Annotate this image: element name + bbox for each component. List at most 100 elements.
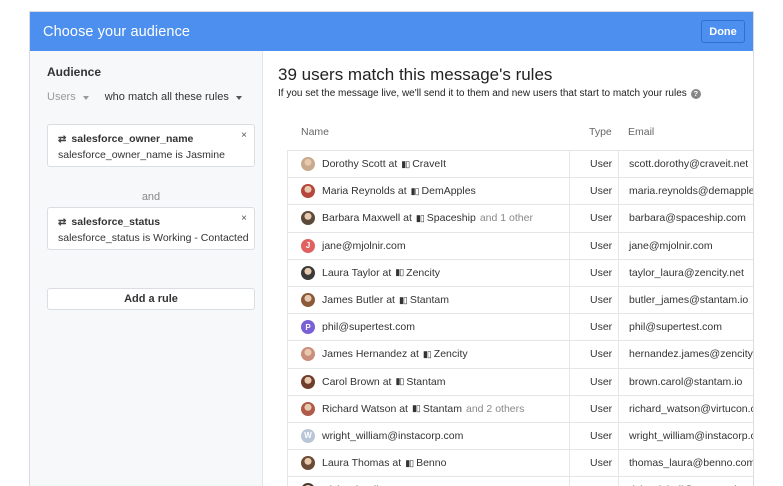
building-icon: ▮▯: [398, 294, 408, 305]
swap-arrows-icon: ⇄: [58, 133, 67, 145]
rule-title-row: ⇄ salesforce_status: [58, 216, 160, 228]
users-dropdown[interactable]: Users: [47, 91, 89, 103]
match-mode-label: who match all these rules: [104, 91, 229, 103]
rule-card[interactable]: ⇄ salesforce_status salesforce_status is …: [47, 207, 255, 250]
modal-title: Choose your audience: [43, 23, 191, 40]
audience-modal: Choose your audience Done Audience Users…: [29, 11, 754, 486]
user-name: Dorothy Scott at: [322, 158, 398, 171]
cell-type: User: [569, 178, 612, 205]
row-border: [287, 368, 288, 395]
row-border: [287, 178, 288, 205]
users-table: Name Type Email Dorothy Scott at ▮▯ CraveI…: [287, 112, 753, 486]
table-row[interactable]: Laura Taylor at ▮▯ Zencity User taylor_laura…: [287, 258, 753, 286]
cell-type: User: [569, 450, 612, 477]
match-mode-dropdown[interactable]: who match all these rules: [105, 91, 242, 103]
users-dropdown-label: Users: [47, 91, 76, 103]
column-header-type[interactable]: Type: [589, 126, 612, 138]
user-name: Barbara Maxwell at: [322, 212, 412, 225]
avatar: W: [301, 428, 315, 443]
company-name: Benno: [416, 457, 447, 470]
audience-filter: Users who match all these rules: [47, 91, 242, 103]
row-border: [287, 314, 288, 341]
close-icon[interactable]: ×: [241, 130, 247, 141]
table-row[interactable]: Richard Bell at▮▯Stantam User richard_bell…: [287, 476, 753, 486]
table-row[interactable]: Pphil@supertest.com User phil@supertest.co…: [287, 313, 753, 341]
cell-name: Richard Watson at ▮▯ Stantam and 2 others: [301, 396, 524, 422]
avatar: [301, 293, 315, 308]
company-name: Stantam: [422, 402, 462, 415]
column-header-email[interactable]: Email: [628, 126, 654, 138]
user-name: jane@mjolnir.com: [322, 239, 406, 252]
rule-card[interactable]: ⇄ salesforce_owner_name salesforce_owner_…: [47, 124, 255, 167]
rule-title: salesforce_owner_name: [71, 133, 194, 145]
done-button[interactable]: Done: [701, 20, 745, 43]
cell-name: Laura Thomas at ▮▯ Benno: [301, 450, 446, 476]
row-border: [287, 341, 288, 368]
chevron-down-icon: [235, 96, 242, 100]
table-row[interactable]: Carol Brown at ▮▯ Stantam User brown.carol@s…: [287, 367, 753, 395]
cell-email: wright_william@instacorp.com: [618, 422, 753, 450]
cell-type: User: [569, 151, 612, 178]
row-border: [287, 422, 288, 450]
company-name: DemApples: [421, 185, 476, 198]
user-name: Laura Thomas at: [322, 457, 402, 470]
row-border: [287, 450, 288, 477]
building-icon: ▮▯: [422, 348, 432, 359]
table-row[interactable]: Richard Watson at ▮▯ Stantam and 2 others Us…: [287, 394, 753, 422]
close-icon[interactable]: ×: [241, 213, 247, 224]
row-border: [287, 286, 288, 314]
table-row[interactable]: Jjane@mjolnir.com User jane@mjolnir.com: [287, 231, 753, 259]
page-title: 39 users match this message's rules: [278, 65, 553, 84]
avatar: [301, 401, 315, 416]
add-rule-button[interactable]: Add a rule: [47, 288, 255, 310]
cell-type: User: [569, 368, 612, 395]
avatar: J: [301, 238, 315, 253]
subtitle-text: If you set the message live, we'll send …: [278, 88, 687, 99]
cell-type: User: [569, 232, 612, 259]
user-name: Carol Brown at: [322, 375, 392, 388]
user-name: Maria Reynolds at: [322, 185, 407, 198]
cell-email: richard_bell@stantam.io: [618, 477, 742, 486]
table-row[interactable]: James Hernandez at ▮▯ Zencity User hernandez…: [287, 340, 753, 368]
row-border: [287, 232, 288, 259]
building-icon: ▮▯: [415, 212, 425, 223]
cell-type: User: [569, 286, 612, 314]
main-panel: 39 users match this message's rules If y…: [264, 51, 753, 486]
cell-email: hernandez.james@zencity.net: [618, 341, 753, 368]
user-name: James Hernandez at: [322, 348, 419, 361]
table-row[interactable]: Laura Thomas at ▮▯ Benno User thomas_laura@b…: [287, 449, 753, 477]
cell-name: Laura Taylor at ▮▯ Zencity: [301, 260, 440, 286]
cell-name: James Hernandez at ▮▯ Zencity: [301, 341, 468, 367]
chevron-down-icon: [82, 96, 89, 100]
row-border: [287, 477, 288, 486]
avatar: [301, 456, 315, 471]
cell-email: richard_watson@virtucon.com: [618, 395, 753, 422]
company-name: CraveIt: [412, 158, 447, 171]
column-header-name[interactable]: Name: [301, 126, 329, 138]
cell-email: phil@supertest.com: [618, 314, 722, 341]
table-row[interactable]: James Butler at ▮▯ Stantam User butler_james…: [287, 285, 753, 314]
modal-header: Choose your audience Done: [30, 12, 753, 51]
audience-sidebar: Audience Users who match all these rules…: [30, 51, 263, 486]
building-icon: ▮▯: [411, 403, 421, 414]
cell-email: butler_james@stantam.io: [618, 286, 748, 314]
cell-name: Maria Reynolds at ▮▯ DemApples: [301, 178, 476, 204]
rule-title-row: ⇄ salesforce_owner_name: [58, 133, 193, 145]
cell-type: User: [569, 477, 612, 486]
building-icon: ▮▯: [401, 158, 410, 169]
row-border: [287, 151, 288, 178]
help-icon[interactable]: ?: [690, 88, 701, 99]
building-icon: ▮▯: [395, 267, 404, 278]
table-row[interactable]: Wwright_william@instacorp.com User wright_…: [287, 421, 753, 450]
table-row[interactable]: Barbara Maxwell at ▮▯ Spaceship and 1 other…: [287, 204, 753, 232]
user-name: Richard Watson at: [322, 402, 408, 415]
user-name: Laura Taylor at: [322, 266, 392, 279]
table-row[interactable]: Dorothy Scott at ▮▯ CraveIt User scott.dorot…: [287, 150, 753, 178]
cell-email: thomas_laura@benno.com: [618, 450, 753, 477]
table-row[interactable]: Maria Reynolds at ▮▯ DemApples User maria.re…: [287, 177, 753, 205]
cell-name: Pphil@supertest.com: [301, 314, 415, 340]
company-name: Spaceship: [426, 212, 476, 225]
cell-type: User: [569, 341, 612, 368]
cell-name: James Butler at ▮▯ Stantam: [301, 287, 449, 313]
table-header: Name Type Email: [287, 112, 753, 150]
